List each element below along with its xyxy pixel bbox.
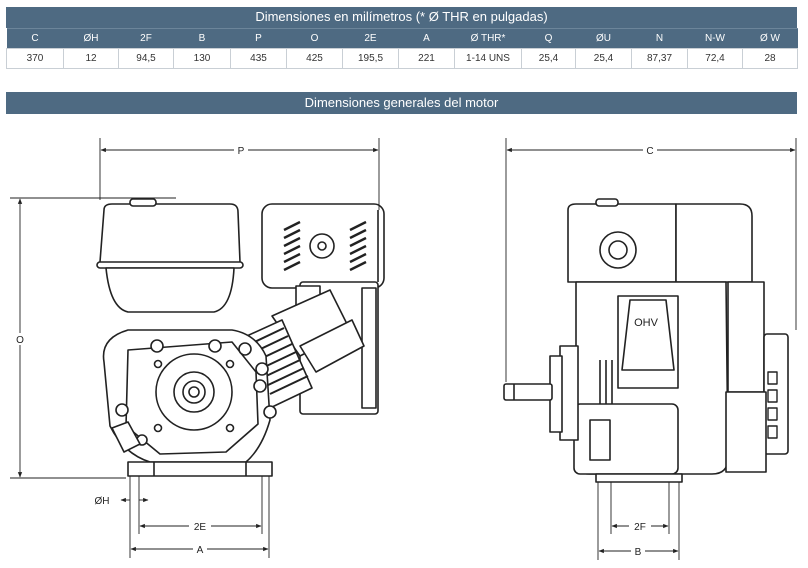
header-cell-b: B [173,28,231,49]
header-cell-n: N [631,28,688,49]
dim-label-o: O [16,335,24,346]
value-cell-c: 370 [6,48,64,69]
value-cell-o: 425 [286,48,343,69]
header-cell-u: ØU [575,28,632,49]
dimensions-table: C ØH 2F B P O 2E A Ø THR* Q ØU N N-W Ø W… [6,28,798,69]
value-cell-2f: 94,5 [118,48,174,69]
dim-label-2e: 2E [194,522,207,533]
dimensions-table-title: Dimensiones en milímetros (* Ø THR en pu… [6,7,797,28]
svg-text:OHV: OHV [634,317,659,329]
dimensions-header-row: C ØH 2F B P O 2E A Ø THR* Q ØU N N-W Ø W [6,28,798,49]
header-cell-a: A [398,28,455,49]
engine-front-view [96,198,385,477]
header-cell-q: Q [521,28,576,49]
header-cell-nw: N-W [687,28,743,49]
engine-side-view: OHV [503,198,789,483]
header-cell-h: ØH [63,28,119,49]
value-cell-b: 130 [173,48,231,69]
header-cell-p: P [230,28,287,49]
dim-label-c: C [646,146,653,157]
value-cell-p: 435 [230,48,287,69]
dim-label-2f: 2F [634,522,646,533]
header-cell-2f: 2F [118,28,174,49]
dim-label-b: B [635,547,642,558]
value-cell-q: 25,4 [521,48,576,69]
motor-section-title: Dimensiones generales del motor [6,92,797,114]
value-cell-thr: 1-14 UNS [454,48,522,69]
header-cell-2e: 2E [342,28,399,49]
engine-technical-drawing: P O ØH 2E A OHV C 2F B [10,138,797,560]
value-cell-n: 87,37 [631,48,688,69]
value-cell-nw: 72,4 [687,48,743,69]
header-cell-o: O [286,28,343,49]
header-cell-c: C [6,28,64,49]
dim-label-a: A [197,545,204,556]
value-cell-w: 28 [742,48,798,69]
dim-label-h: ØH [95,496,110,507]
value-cell-h: 12 [63,48,119,69]
value-cell-2e: 195,5 [342,48,399,69]
dim-label-p: P [238,146,245,157]
value-cell-a: 221 [398,48,455,69]
header-cell-thr: Ø THR* [454,28,522,49]
header-cell-w: Ø W [742,28,798,49]
value-cell-u: 25,4 [575,48,632,69]
dimensions-value-row: 370 12 94,5 130 435 425 195,5 221 1-14 U… [6,48,798,69]
